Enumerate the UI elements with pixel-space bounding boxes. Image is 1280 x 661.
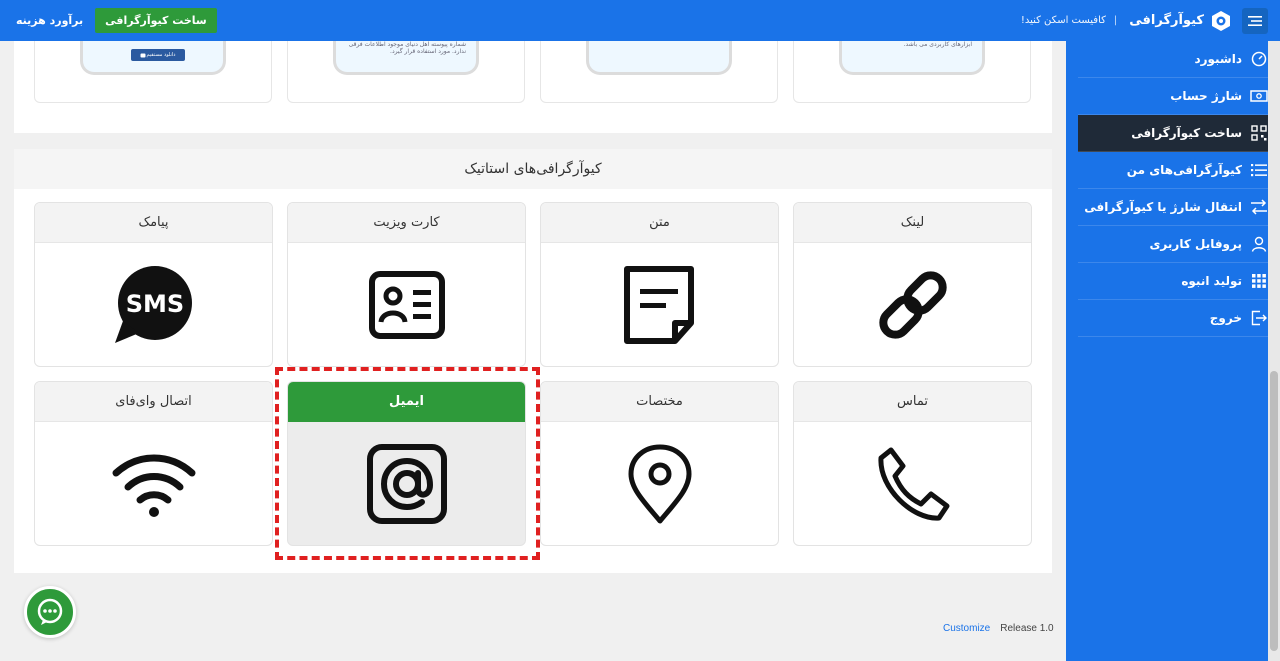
release-version: Release 1.0 (1000, 623, 1054, 634)
qr-type-card-link[interactable]: لینک (793, 202, 1032, 367)
sidebar-item-build-qr[interactable]: ساخت کیوآرگرافی (1078, 115, 1280, 152)
qr-type-card-location[interactable]: مختصات (540, 381, 779, 546)
preview-text: ابزارهای کاربردی می باشد. (903, 41, 972, 48)
sms-glyph: SMS (125, 290, 183, 318)
qr-type-card-business-card[interactable]: کارت ویزیت (287, 202, 526, 367)
top-bar: کیوآرگرافی کافیست اسکن کنید! ساخت کیوآرگ… (0, 0, 1280, 41)
page-scrollbar[interactable] (1268, 41, 1280, 661)
transfer-icon (1250, 198, 1268, 216)
scrollbar-thumb[interactable] (1270, 371, 1278, 651)
dynamic-templates-panel: دانلود مستقیم شماره پیوسته اهل دنیای موج… (14, 41, 1052, 133)
card-title: پیامک (35, 203, 272, 243)
build-qr-button[interactable]: ساخت کیوآرگرافی (95, 8, 217, 33)
sidebar-item-label: پروفایل کاربری (1149, 237, 1242, 251)
phone-icon (877, 447, 949, 521)
user-icon (1250, 235, 1268, 253)
cost-estimate-button[interactable]: برآورد هزینه (12, 14, 87, 27)
selection-highlight (275, 367, 540, 560)
link-icon (878, 271, 947, 339)
preview-text: دانلود مستقیم (146, 52, 176, 58)
card-title: لینک (794, 203, 1031, 243)
sidebar-item-my-qrs[interactable]: کیوآرگرافی‌های من (1078, 152, 1280, 189)
sidebar-item-label: ساخت کیوآرگرافی (1131, 126, 1242, 140)
chat-icon (37, 598, 63, 625)
preview-text: شماره پیوسته اهل دنیای موجود اطلاعات فرق… (348, 41, 466, 55)
sidebar-item-charge[interactable]: شارژ حساب (1078, 78, 1280, 115)
sidebar-item-label: داشبورد (1194, 52, 1242, 66)
phone-mockup: شماره پیوسته اهل دنیای موجود اطلاعات فرق… (333, 41, 479, 75)
sidebar-item-label: شارژ حساب (1170, 89, 1242, 103)
sidebar-item-transfer[interactable]: انتقال شارژ یا کیوآرگرافی (1078, 189, 1280, 226)
template-preview-card[interactable]: ابزارهای کاربردی می باشد. (793, 41, 1031, 103)
card-title: اتصال وای‌فای (35, 382, 272, 422)
dashboard-icon (1250, 50, 1268, 68)
grid-icon (1250, 272, 1268, 290)
list-icon (1250, 161, 1268, 179)
main-content: دانلود مستقیم شماره پیوسته اهل دنیای موج… (0, 41, 1066, 661)
card-title: مختصات (541, 382, 778, 422)
logout-icon (1250, 309, 1268, 327)
card-title: کارت ویزیت (288, 203, 525, 243)
sidebar-item-label: انتقال شارژ یا کیوآرگرافی (1084, 200, 1242, 214)
template-preview-card[interactable]: شماره پیوسته اهل دنیای موجود اطلاعات فرق… (287, 41, 525, 103)
sidebar-item-bulk[interactable]: تولید انبوه (1078, 263, 1280, 300)
qr-type-card-text[interactable]: متن (540, 202, 779, 367)
qr-type-card-wifi[interactable]: اتصال وای‌فای (34, 381, 273, 546)
sidebar-item-dashboard[interactable]: داشبورد (1078, 41, 1280, 78)
logo-icon (1212, 10, 1230, 31)
sms-icon: SMS (114, 266, 192, 343)
chat-widget-button[interactable] (24, 586, 76, 638)
phone-mockup: ابزارهای کاربردی می باشد. (839, 41, 985, 75)
template-preview-card[interactable] (540, 41, 778, 103)
qr-type-card-sms[interactable]: پیامک SMS (34, 202, 273, 367)
brand-logo[interactable]: کیوآرگرافی (1129, 10, 1232, 32)
qr-icon (1250, 124, 1268, 142)
card-title: متن (541, 203, 778, 243)
qr-type-card-call[interactable]: تماس (793, 381, 1032, 546)
customize-link[interactable]: Customize (943, 623, 990, 634)
section-title: کیوآرگرافی‌های استاتیک (14, 149, 1052, 189)
sidebar-item-profile[interactable]: پروفایل کاربری (1078, 226, 1280, 263)
template-preview-card[interactable]: دانلود مستقیم (34, 41, 272, 103)
footer: Customize Release 1.0 (0, 581, 1066, 661)
wallet-icon (1250, 87, 1268, 105)
sidebar-item-label: تولید انبوه (1181, 274, 1242, 288)
brand-slogan: کافیست اسکن کنید! (1021, 15, 1119, 26)
location-pin-icon (628, 444, 691, 524)
sidebar-item-label: خروج (1209, 311, 1242, 325)
direct-download-button: دانلود مستقیم (131, 49, 185, 61)
sidebar: داشبورد شارژ حساب ساخت کیوآرگرافی کیوآرگ… (1066, 41, 1280, 661)
card-title: تماس (794, 382, 1031, 422)
phone-mockup (586, 41, 732, 75)
menu-toggle-icon[interactable] (1242, 7, 1268, 34)
business-card-icon (368, 271, 445, 339)
brand-name: کیوآرگرافی (1129, 13, 1204, 28)
wifi-icon (112, 454, 195, 517)
sidebar-item-label: کیوآرگرافی‌های من (1126, 163, 1242, 177)
text-document-icon (623, 266, 694, 344)
phone-mockup: دانلود مستقیم (80, 41, 226, 75)
sidebar-item-logout[interactable]: خروج (1078, 300, 1280, 337)
